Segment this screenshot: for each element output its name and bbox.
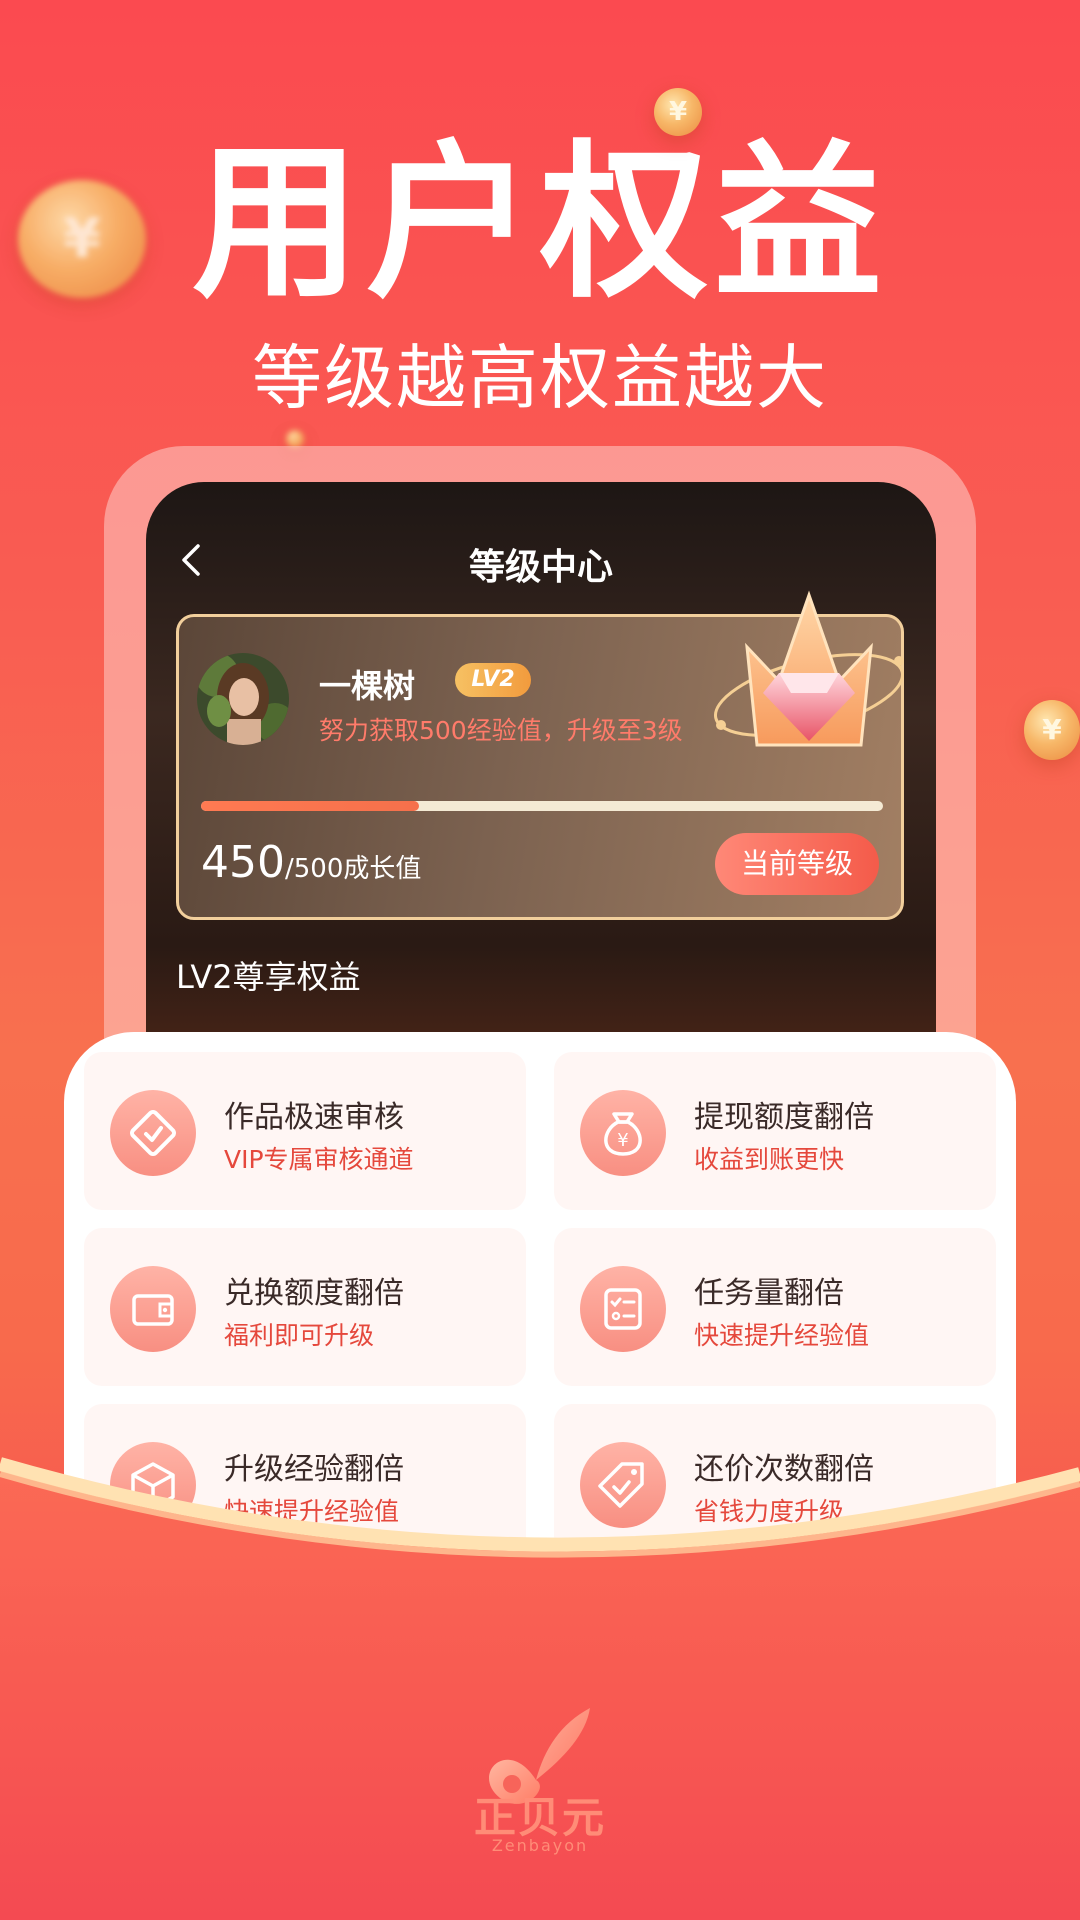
crown-diamond-icon bbox=[713, 590, 905, 747]
perk-title: 作品极速审核 bbox=[224, 1100, 404, 1135]
perk-subtitle: 福利即可升级 bbox=[224, 1321, 375, 1350]
level-badge: LV2 bbox=[455, 663, 531, 697]
perk-icon-wrap: ¥ bbox=[580, 1090, 666, 1176]
coin-icon: ¥ bbox=[1024, 700, 1080, 760]
coin-icon: ¥ bbox=[654, 88, 702, 136]
level-card: 一棵树 LV2 努力获取500经验值，升级至3级 450/500成长值 当前等级 bbox=[176, 590, 905, 920]
perk-subtitle: 收益到账更快 bbox=[694, 1145, 845, 1174]
perk-card-exchange[interactable]: 兑换额度翻倍 福利即可升级 bbox=[84, 1228, 526, 1386]
progress-bar bbox=[201, 801, 883, 811]
current-level-button[interactable]: 当前等级 bbox=[715, 833, 879, 895]
perk-subtitle: 快速提升经验值 bbox=[694, 1321, 870, 1350]
perk-icon-wrap bbox=[580, 1266, 666, 1352]
progress-fill bbox=[201, 801, 420, 811]
wallet-icon bbox=[132, 1294, 174, 1326]
perks-heading: LV2尊享权益 bbox=[176, 958, 361, 996]
upgrade-hint: 努力获取500经验值，升级至3级 bbox=[319, 716, 683, 745]
username: 一棵树 bbox=[319, 667, 416, 705]
phone-screen: 等级中心 一棵树 LV2 努力获取500经验值，升级至3级 450/500成长值… bbox=[146, 482, 936, 1062]
growth-points-total: /500成长值 bbox=[284, 854, 422, 884]
perk-card-tasks[interactable]: 任务量翻倍 快速提升经验值 bbox=[554, 1228, 996, 1386]
perk-title: 兑换额度翻倍 bbox=[224, 1276, 404, 1311]
perk-title: 提现额度翻倍 bbox=[694, 1100, 874, 1135]
growth-points-current: 450 bbox=[201, 837, 285, 888]
perk-icon-wrap bbox=[110, 1266, 196, 1352]
growth-points: 450/500成长值 bbox=[201, 837, 421, 888]
perk-card-fast-review[interactable]: 作品极速审核 VIP专属审核通道 bbox=[84, 1052, 526, 1210]
coin-icon: ¥ bbox=[18, 180, 146, 298]
diamond-icon bbox=[130, 1110, 176, 1156]
svg-text:¥: ¥ bbox=[617, 1130, 628, 1151]
perk-title: 任务量翻倍 bbox=[694, 1276, 844, 1311]
checklist-icon bbox=[604, 1288, 642, 1330]
perk-card-withdraw[interactable]: ¥ 提现额度翻倍 收益到账更快 bbox=[554, 1052, 996, 1210]
hero-title: 用户权益 bbox=[192, 125, 888, 321]
hero-subtitle: 等级越高权益越大 bbox=[252, 337, 828, 419]
perk-icon-wrap bbox=[110, 1090, 196, 1176]
brand-latin-name: Zenbayon bbox=[491, 1836, 589, 1855]
perk-subtitle: VIP专属审核通道 bbox=[224, 1145, 414, 1174]
avatar[interactable] bbox=[197, 653, 289, 745]
money-bag-icon: ¥ bbox=[604, 1112, 642, 1156]
